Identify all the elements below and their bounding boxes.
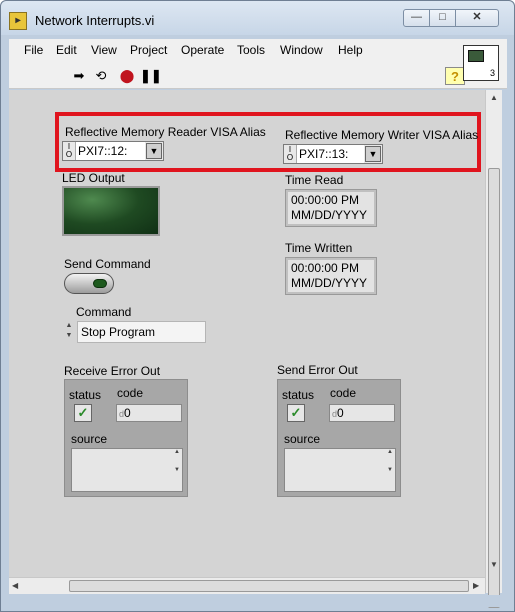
reader-visa-control[interactable]: IO PXI7::12: ▼ xyxy=(62,141,164,161)
send-error-title: Send Error Out xyxy=(277,363,358,377)
time-written-label: Time Written xyxy=(285,241,353,255)
application-window: ▸ Network Interrupts.vi — □ ✕ File Edit … xyxy=(0,0,515,612)
send-error-cluster: status code ✓ d0 source ▲ ▼ xyxy=(277,379,401,497)
menu-window[interactable]: Window xyxy=(280,43,323,57)
reader-visa-label: Reflective Memory Reader VISA Alias xyxy=(65,125,266,139)
scroll-arrows-icon[interactable]: ▲ ▼ xyxy=(172,449,182,491)
button-light-icon xyxy=(93,279,107,288)
scroll-left-icon[interactable]: ◀ xyxy=(12,581,18,590)
monitor-icon xyxy=(468,50,484,62)
time-written-indicator: 00:00:00 PM MM/DD/YYYY xyxy=(285,257,377,295)
error-code-field: d0 xyxy=(116,404,182,422)
menu-view[interactable]: View xyxy=(91,43,117,57)
scroll-right-icon[interactable]: ▶ xyxy=(473,581,479,590)
visa-io-icon: IO xyxy=(286,145,294,162)
error-code-value: 0 xyxy=(124,406,131,420)
writer-visa-label: Reflective Memory Writer VISA Alias xyxy=(285,128,479,142)
menu-bar: File Edit View Project Operate Tools Win… xyxy=(9,39,507,61)
horizontal-scroll-thumb[interactable] xyxy=(69,580,469,592)
status-check-icon[interactable]: ✓ xyxy=(287,404,305,422)
send-command-label: Send Command xyxy=(64,257,151,271)
reader-visa-value[interactable]: PXI7::12: xyxy=(75,142,145,160)
menu-file[interactable]: File xyxy=(24,43,43,57)
close-button[interactable]: ✕ xyxy=(455,9,499,27)
scroll-down-icon[interactable]: ▼ xyxy=(490,560,498,569)
status-label: status xyxy=(282,388,315,402)
command-value[interactable]: Stop Program xyxy=(77,321,206,343)
vertical-scroll-thumb[interactable] xyxy=(488,168,500,608)
vi-icon-number: 3 xyxy=(489,68,495,78)
labview-vi-icon: ▸ xyxy=(9,12,27,30)
code-label: code xyxy=(117,386,144,400)
send-command-button[interactable] xyxy=(64,273,114,294)
menu-project[interactable]: Project xyxy=(130,43,167,57)
abort-icon[interactable]: ⬤ xyxy=(117,66,137,84)
writer-visa-control[interactable]: IO PXI7::13: ▼ xyxy=(283,144,383,164)
error-code-field: d0 xyxy=(329,404,395,422)
toolbar: ➡ ⟲ ⬤ ❚❚ ? xyxy=(9,61,507,89)
source-label: source xyxy=(284,432,321,446)
error-source-field[interactable]: ▲ ▼ xyxy=(284,448,396,492)
time-read-value: 00:00:00 PM MM/DD/YYYY xyxy=(288,192,374,224)
chevron-down-icon[interactable]: ▼ xyxy=(146,143,162,159)
minimize-button[interactable]: — xyxy=(403,9,430,27)
receive-error-title: Receive Error Out xyxy=(64,364,161,378)
menu-edit[interactable]: Edit xyxy=(56,43,77,57)
visa-io-icon: IO xyxy=(65,142,73,159)
scroll-up-icon[interactable]: ▲ xyxy=(490,93,498,102)
led-output-label: LED Output xyxy=(62,171,125,185)
vi-connector-icon[interactable]: 3 xyxy=(463,45,499,81)
scroll-arrows-icon[interactable]: ▲ ▼ xyxy=(385,449,395,491)
menu-operate[interactable]: Operate xyxy=(181,43,224,57)
menu-tools[interactable]: Tools xyxy=(237,43,265,57)
title-bar[interactable]: ▸ Network Interrupts.vi — □ ✕ xyxy=(1,1,514,35)
time-read-label: Time Read xyxy=(285,173,344,187)
increment-decrement-icon[interactable]: ▲ ▼ xyxy=(63,321,75,343)
error-code-value: 0 xyxy=(337,406,344,420)
maximize-button[interactable]: □ xyxy=(429,9,456,27)
time-read-indicator: 00:00:00 PM MM/DD/YYYY xyxy=(285,189,377,227)
command-enum[interactable]: ▲ ▼ Stop Program xyxy=(63,321,206,343)
time-written-value: 00:00:00 PM MM/DD/YYYY xyxy=(288,260,374,292)
writer-visa-value[interactable]: PXI7::13: xyxy=(296,145,364,163)
status-label: status xyxy=(69,388,102,402)
error-source-field[interactable]: ▲ ▼ xyxy=(71,448,183,492)
window-title: Network Interrupts.vi xyxy=(35,13,155,28)
pause-icon[interactable]: ❚❚ xyxy=(139,66,162,84)
horizontal-scrollbar[interactable]: ◀ ▶ xyxy=(9,577,485,594)
source-label: source xyxy=(71,432,108,446)
menu-help[interactable]: Help xyxy=(338,43,363,57)
led-output-indicator xyxy=(62,186,160,236)
context-help-button[interactable]: ? xyxy=(445,67,465,85)
run-continuously-icon[interactable]: ⟲ xyxy=(91,66,111,84)
status-bar xyxy=(9,595,507,607)
code-label: code xyxy=(330,386,357,400)
run-arrow-icon[interactable]: ➡ xyxy=(69,66,89,84)
command-label: Command xyxy=(76,305,132,319)
chevron-down-icon[interactable]: ▼ xyxy=(365,146,381,162)
vertical-scrollbar[interactable]: ▲ ▼ xyxy=(485,90,502,608)
status-check-icon[interactable]: ✓ xyxy=(74,404,92,422)
receive-error-cluster: status code ✓ d0 source ▲ ▼ xyxy=(64,379,188,497)
